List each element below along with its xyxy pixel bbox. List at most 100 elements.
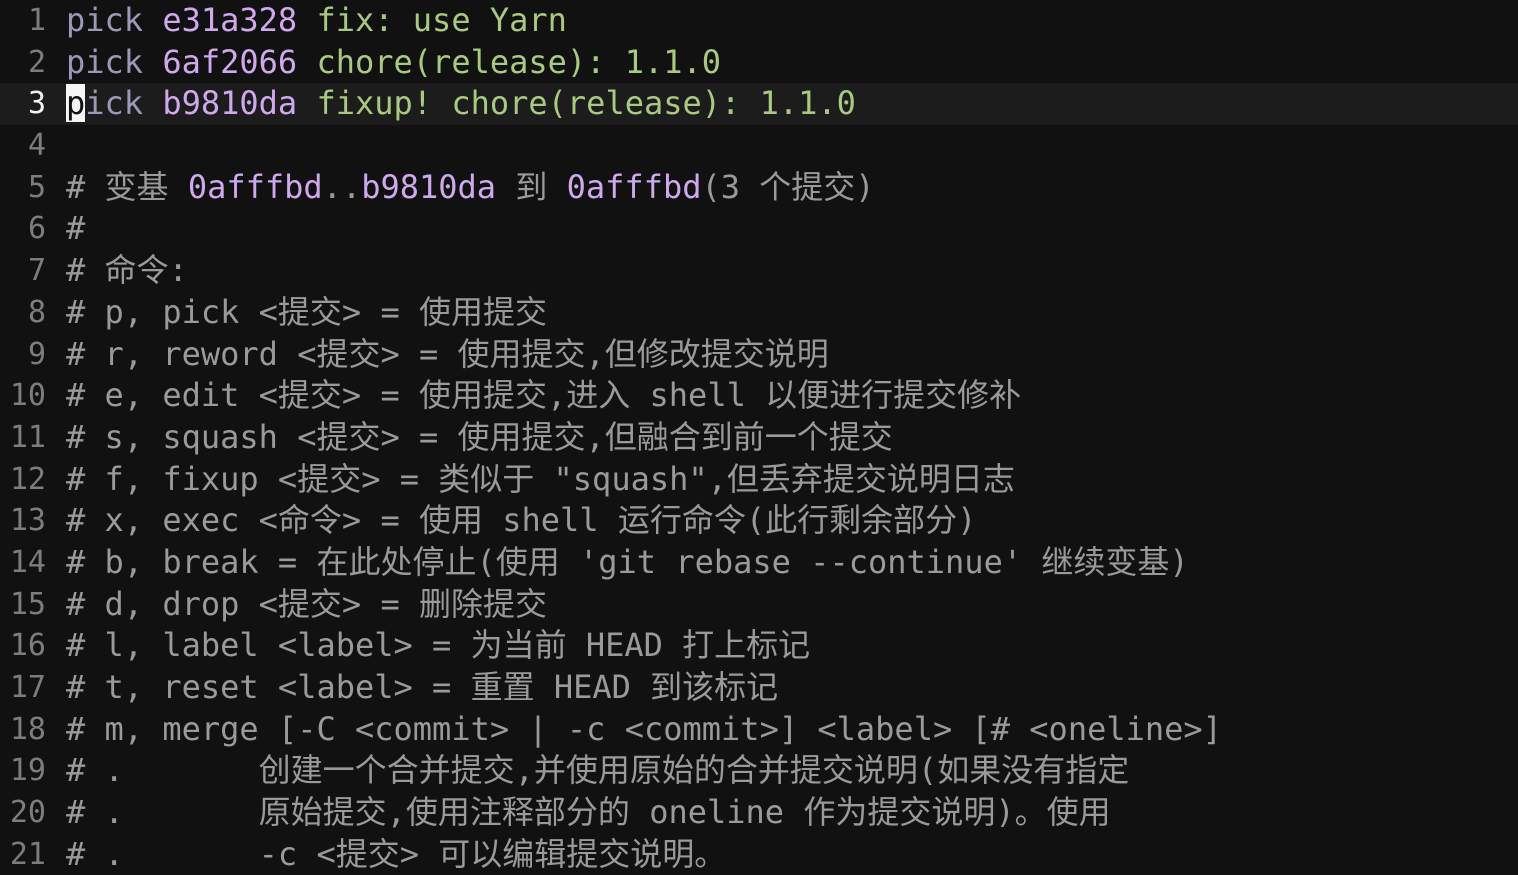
line-number: 17 — [9, 670, 46, 705]
token-comment: # e, edit <提交> = 使用提交,进入 shell 以便进行提交修补 — [66, 376, 1022, 415]
editor-line[interactable]: 8 # p, pick <提交> = 使用提交 — [0, 292, 1518, 334]
line-number: 2 — [27, 44, 46, 80]
editor-line[interactable]: 14 # b, break = 在此处停止(使用 'git rebase --co… — [0, 542, 1518, 584]
line-number: 11 — [9, 419, 46, 455]
token-comment: # d, drop <提交> = 删除提交 — [66, 584, 547, 623]
line-content[interactable]: # d, drop <提交> = 删除提交 — [66, 584, 1518, 626]
line-number: 16 — [9, 628, 46, 664]
editor-line[interactable]: 5 # 变基 0afffbd..b9810da 到 0afffbd(3 个提交) — [0, 167, 1518, 209]
line-content[interactable]: pick b9810da fixup! chore(release): 1.1.… — [66, 83, 1518, 125]
token-comment: # s, squash <提交> = 使用提交,但融合到前一个提交 — [66, 417, 893, 456]
editor-line[interactable]: 17 # t, reset <label> = 重置 HEAD 到该标记 — [0, 667, 1518, 709]
line-number: 19 — [9, 753, 46, 789]
line-number: 21 — [9, 836, 46, 872]
editor-line[interactable]: 19 # . 创建一个合并提交,并使用原始的合并提交说明(如果没有指定 — [0, 750, 1518, 792]
line-content[interactable]: # s, squash <提交> = 使用提交,但融合到前一个提交 — [66, 417, 1518, 459]
line-number: 15 — [9, 586, 46, 622]
text-cursor: p — [66, 84, 86, 123]
rebase-todo-editor[interactable]: 1 pick e31a328 fix: use Yarn 2 pick 6af2066… — [0, 0, 1518, 874]
line-number: 1 — [27, 3, 46, 38]
token-comment: # 命令: — [66, 251, 188, 290]
line-number: 8 — [27, 294, 46, 330]
token-hash: b9810da — [361, 167, 497, 206]
line-number: 9 — [27, 336, 46, 372]
token-comment: # r, reword <提交> = 使用提交,但修改提交说明 — [66, 334, 829, 373]
token-cmd: pick — [66, 1, 144, 39]
editor-line[interactable]: 10 # e, edit <提交> = 使用提交,进入 shell 以便进行提交修… — [0, 375, 1518, 417]
token-comment: .. — [322, 167, 362, 206]
token-comment: (3 个提交) — [701, 167, 875, 206]
editor-line[interactable]: 18 # m, merge [-C <commit> | -c <commit>]… — [0, 709, 1518, 751]
line-number: 3 — [27, 86, 46, 122]
token-comment: # 变基 — [66, 167, 188, 206]
editor-line[interactable]: 9 # r, reword <提交> = 使用提交,但修改提交说明 — [0, 334, 1518, 376]
token-hash: 0afffbd — [187, 167, 323, 206]
line-number: 10 — [9, 378, 46, 414]
line-content[interactable]: # l, label <label> = 为当前 HEAD 打上标记 — [66, 625, 1518, 667]
token-hash: 6af2066 — [162, 42, 298, 81]
token-comment: # b, break = 在此处停止(使用 'git rebase --cont… — [66, 542, 1189, 581]
token-hash: e31a328 — [162, 1, 298, 39]
editor-line[interactable]: 12 # f, fixup <提交> = 类似于 "squash",但丢弃提交说明… — [0, 459, 1518, 501]
line-content[interactable]: # 命令: — [66, 250, 1518, 292]
line-number: 18 — [9, 711, 46, 747]
line-content[interactable]: # t, reset <label> = 重置 HEAD 到该标记 — [66, 667, 1518, 709]
editor-line[interactable]: 3 pick b9810da fixup! chore(release): 1.1… — [0, 83, 1518, 126]
editor-line[interactable]: 15 # d, drop <提交> = 删除提交 — [0, 584, 1518, 626]
line-content[interactable]: # p, pick <提交> = 使用提交 — [66, 292, 1518, 334]
line-content[interactable]: # r, reword <提交> = 使用提交,但修改提交说明 — [66, 334, 1518, 376]
line-number: 5 — [27, 169, 46, 205]
editor-line[interactable]: 16 # l, label <label> = 为当前 HEAD 打上标记 — [0, 625, 1518, 667]
line-content[interactable]: # f, fixup <提交> = 类似于 "squash",但丢弃提交说明日志 — [66, 459, 1518, 501]
editor-line[interactable]: 13 # x, exec <命令> = 使用 shell 运行命令(此行剩余部分) — [0, 500, 1518, 542]
token-hash: b9810da — [162, 84, 298, 123]
line-number: 13 — [9, 503, 46, 539]
line-content[interactable]: # b, break = 在此处停止(使用 'git rebase --cont… — [66, 542, 1518, 584]
token-comment: # t, reset <label> = 重置 HEAD 到该标记 — [66, 668, 779, 706]
editor-line[interactable]: 4 — [0, 125, 1518, 167]
line-content[interactable]: pick 6af2066 chore(release): 1.1.0 — [66, 42, 1518, 84]
token-cmd: ick — [85, 84, 144, 123]
line-content[interactable]: # . -c <提交> 可以编辑提交说明。 — [66, 834, 1518, 875]
line-number: 4 — [27, 128, 46, 164]
token-comment: # . -c <提交> 可以编辑提交说明。 — [66, 834, 727, 873]
token-comment: # . 原始提交,使用注释部分的 oneline 作为提交说明)。使用 — [66, 793, 1111, 832]
token-comment: # f, fixup <提交> = 类似于 "squash",但丢弃提交说明日志 — [66, 459, 1015, 498]
editor-line[interactable]: 21 # . -c <提交> 可以编辑提交说明。 — [0, 834, 1518, 875]
line-content[interactable]: # m, merge [-C <commit> | -c <commit>] <… — [66, 709, 1518, 751]
line-content[interactable]: # — [66, 208, 1518, 250]
token-comment: # — [66, 209, 86, 248]
token-cmd: pick — [66, 42, 144, 81]
editor-line[interactable]: 2 pick 6af2066 chore(release): 1.1.0 — [0, 42, 1518, 84]
token-subject: fix: use Yarn — [316, 1, 567, 39]
token-subject: chore(release): 1.1.0 — [316, 42, 722, 81]
token-comment: # x, exec <命令> = 使用 shell 运行命令(此行剩余部分) — [66, 501, 977, 540]
line-content[interactable]: # x, exec <命令> = 使用 shell 运行命令(此行剩余部分) — [66, 500, 1518, 542]
editor-line[interactable]: 20 # . 原始提交,使用注释部分的 oneline 作为提交说明)。使用 — [0, 792, 1518, 834]
editor-line[interactable]: 6 # — [0, 208, 1518, 250]
line-content[interactable] — [66, 125, 1518, 167]
line-number: 7 — [27, 253, 46, 289]
line-number: 6 — [27, 211, 46, 247]
editor-line[interactable]: 11 # s, squash <提交> = 使用提交,但融合到前一个提交 — [0, 417, 1518, 459]
token-comment: # . 创建一个合并提交,并使用原始的合并提交说明(如果没有指定 — [66, 751, 1130, 790]
line-number: 14 — [9, 544, 46, 580]
line-content[interactable]: # . 创建一个合并提交,并使用原始的合并提交说明(如果没有指定 — [66, 750, 1518, 792]
token-subject: fixup! chore(release): 1.1.0 — [316, 84, 856, 123]
token-comment: # l, label <label> = 为当前 HEAD 打上标记 — [66, 626, 811, 665]
line-content[interactable]: pick e31a328 fix: use Yarn — [66, 0, 1518, 42]
editor-line[interactable]: 1 pick e31a328 fix: use Yarn — [0, 0, 1518, 42]
line-content[interactable]: # . 原始提交,使用注释部分的 oneline 作为提交说明)。使用 — [66, 792, 1518, 834]
line-number: 12 — [9, 461, 46, 497]
line-content[interactable]: # 变基 0afffbd..b9810da 到 0afffbd(3 个提交) — [66, 167, 1518, 209]
editor-line[interactable]: 7 # 命令: — [0, 250, 1518, 292]
token-comment: # p, pick <提交> = 使用提交 — [66, 292, 547, 331]
line-content[interactable]: # e, edit <提交> = 使用提交,进入 shell 以便进行提交修补 — [66, 375, 1518, 417]
token-comment: # m, merge [-C <commit> | -c <commit>] <… — [66, 709, 1222, 748]
